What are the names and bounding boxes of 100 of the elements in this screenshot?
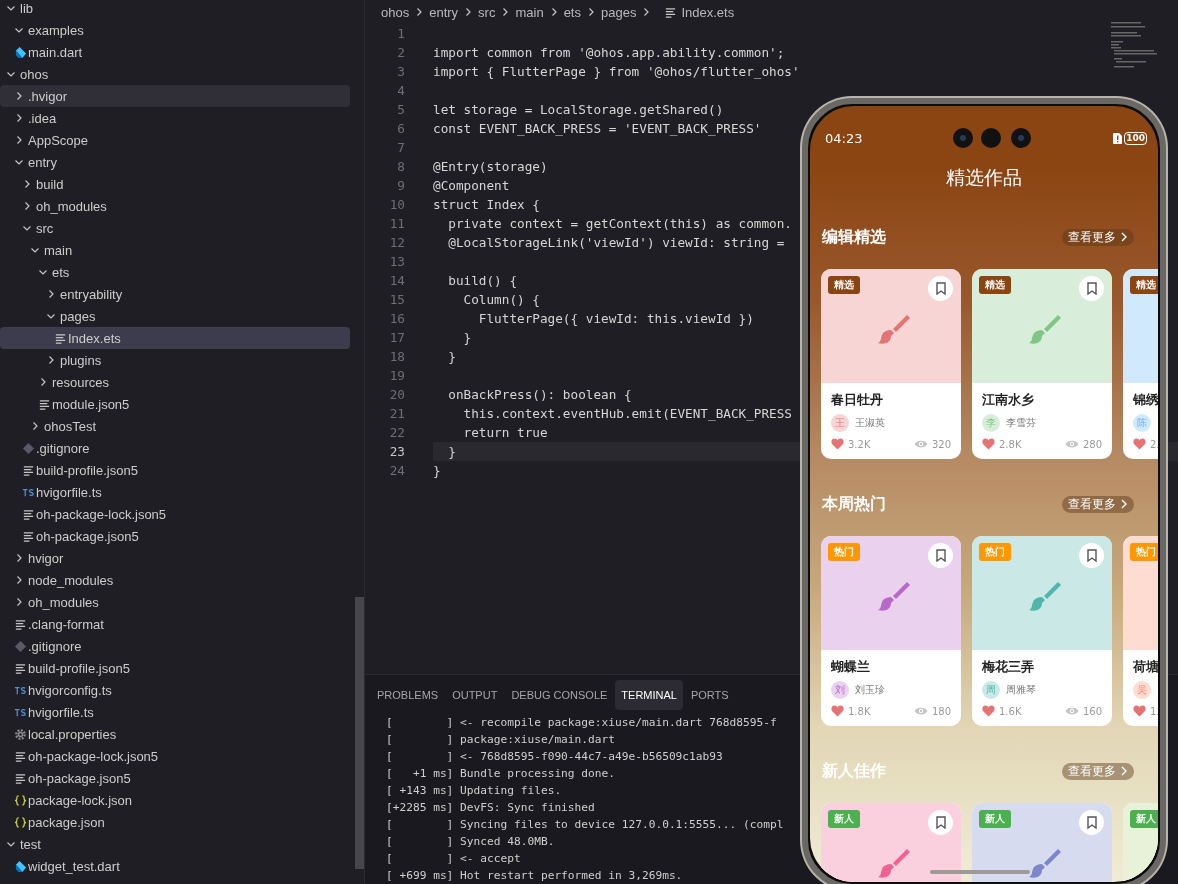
code-line: private context = getContext(this) as common.: [447, 215, 792, 233]
card-badge: 热门: [828, 543, 860, 561]
breadcrumb-item[interactable]: pages: [601, 4, 637, 20]
bookmark-button[interactable]: [928, 543, 953, 568]
tree-item[interactable]: .clang-format: [0, 613, 350, 635]
scrollbar-thumb[interactable]: [355, 597, 364, 869]
chevron-down-icon: [22, 223, 32, 233]
artwork-card[interactable]: 热门 荷塘 吴 1.: [1123, 536, 1158, 726]
avatar: 李: [982, 414, 1000, 432]
panel-tab[interactable]: OUTPUT: [446, 680, 504, 710]
author-name: 周雅琴: [1006, 683, 1036, 697]
lines-file-icon: [22, 463, 35, 477]
chevron-right-icon: [1120, 766, 1128, 776]
see-more-link[interactable]: 查看更多: [1062, 228, 1134, 246]
breadcrumb-item[interactable]: src: [478, 4, 496, 20]
breadcrumb-item[interactable]: entry: [429, 4, 459, 20]
tree-item[interactable]: plugins: [0, 349, 350, 371]
tree-item[interactable]: examples: [0, 19, 350, 41]
tree-item[interactable]: pages: [0, 305, 350, 327]
breadcrumb-item[interactable]: Index.ets: [681, 4, 735, 20]
tree-item[interactable]: oh-package.json5: [0, 525, 350, 547]
terminal-line: [ ] <- 768d8595-f090-44c7-a49e-b56509c1ab93: [386, 749, 723, 765]
terminal-line: [ ] <- recompile package:xiuse/main.dart 768d8595-f: [386, 715, 777, 731]
tree-item[interactable]: hvigor: [0, 547, 350, 569]
card-badge: 热门: [979, 543, 1011, 561]
tree-item[interactable]: hvigorfile.ts: [0, 481, 350, 503]
bookmark-button[interactable]: [1079, 810, 1104, 835]
line-number: 21: [388, 405, 405, 423]
chevron-right-icon: [14, 597, 24, 607]
see-more-link[interactable]: 查看更多: [1062, 495, 1134, 513]
tree-item[interactable]: module.json5: [0, 393, 350, 415]
tree-item[interactable]: oh-package-lock.json5: [0, 745, 350, 767]
bookmark-icon: [1085, 816, 1098, 829]
bookmark-button[interactable]: [1079, 543, 1104, 568]
chevron-down-icon: [6, 69, 16, 79]
tree-item[interactable]: main: [0, 239, 350, 261]
card-badge: 精选: [979, 276, 1011, 294]
tree-item[interactable]: build: [0, 173, 350, 195]
line-number: 23: [388, 443, 405, 461]
braces-icon: [14, 815, 27, 829]
tree-item[interactable]: oh_modules: [0, 591, 350, 613]
tree-item[interactable]: .hvigor: [0, 85, 350, 107]
code-line: Column() {: [462, 291, 540, 309]
tree-item[interactable]: lib: [0, 0, 350, 19]
tree-item[interactable]: build-profile.json5: [0, 657, 350, 679]
artwork-title: 梅花三弄: [982, 658, 1035, 676]
tree-item[interactable]: hvigorfile.ts: [0, 701, 350, 723]
breadcrumb-item[interactable]: ohos: [381, 4, 410, 20]
chevron-right-icon: [22, 201, 32, 211]
tree-item[interactable]: AppScope: [0, 129, 350, 151]
bookmark-button[interactable]: [928, 810, 953, 835]
heart-icon: [831, 438, 844, 450]
tree-item[interactable]: .gitignore: [0, 635, 350, 657]
panel-tab[interactable]: PROBLEMS: [371, 680, 445, 710]
tree-item[interactable]: ets: [0, 261, 350, 283]
tree-item[interactable]: oh-package-lock.json5: [0, 503, 350, 525]
bookmark-button[interactable]: [928, 276, 953, 301]
tree-item[interactable]: .gitignore: [0, 437, 350, 459]
panel-tab[interactable]: TERMINAL: [615, 680, 683, 710]
tree-item[interactable]: entryability: [0, 283, 350, 305]
card-badge: 精选: [828, 276, 860, 294]
tree-item[interactable]: oh_modules: [0, 195, 350, 217]
tree-item[interactable]: src: [0, 217, 350, 239]
breadcrumb-item[interactable]: main: [515, 4, 544, 20]
artwork-card[interactable]: 精选 春日牡丹 王 王淑英 3.2K 320: [821, 269, 961, 459]
tree-item[interactable]: entry: [0, 151, 350, 173]
tree-item[interactable]: main.dart: [0, 41, 350, 63]
tree-item[interactable]: package.json: [0, 811, 350, 833]
tree-item[interactable]: build-profile.json5: [0, 459, 350, 481]
tree-item[interactable]: .idea: [0, 107, 350, 129]
tree-item[interactable]: widget_test.dart: [0, 855, 350, 877]
dart-file-icon: [14, 45, 27, 59]
artwork-card[interactable]: 热门 蝴蝶兰 刘 刘玉珍 1.8K 180: [821, 536, 961, 726]
tree-item[interactable]: hvigorconfig.ts: [0, 679, 350, 701]
tree-item[interactable]: ohos: [0, 63, 350, 85]
artwork-card[interactable]: 精选 锦绣 陈 2.: [1123, 269, 1158, 459]
view-count: 320: [931, 438, 951, 450]
view-count: 160: [1082, 705, 1102, 717]
tree-item[interactable]: local.properties: [0, 723, 350, 745]
tree-item[interactable]: resources: [0, 371, 350, 393]
tree-item[interactable]: Index.ets: [0, 327, 350, 349]
lines-file-icon: [22, 507, 35, 521]
artwork-title: 春日牡丹: [831, 391, 884, 409]
tree-item[interactable]: package-lock.json: [0, 789, 350, 811]
artwork-card[interactable]: 精选 江南水乡 李 李雪芬 2.8K 280: [972, 269, 1112, 459]
line-number: 13: [388, 253, 405, 271]
card-badge: 热门: [1130, 543, 1158, 561]
bookmark-button[interactable]: [1079, 276, 1104, 301]
terminal-line: [ +143 ms] Updating files.: [386, 783, 562, 799]
bookmark-icon: [1085, 282, 1098, 295]
minimap-drawing: [1111, 22, 1157, 70]
tree-item[interactable]: node_modules: [0, 569, 350, 591]
tree-item[interactable]: ohosTest: [0, 415, 350, 437]
tree-item[interactable]: oh-package.json5: [0, 767, 350, 789]
tree-item[interactable]: test: [0, 833, 350, 855]
artwork-card[interactable]: 热门 梅花三弄 周 周雅琴 1.6K 160: [972, 536, 1112, 726]
panel-tab[interactable]: DEBUG CONSOLE: [505, 680, 614, 710]
panel-tab[interactable]: PORTS: [684, 680, 735, 710]
breadcrumb-item[interactable]: ets: [563, 4, 581, 20]
line-number: 10: [388, 196, 405, 214]
